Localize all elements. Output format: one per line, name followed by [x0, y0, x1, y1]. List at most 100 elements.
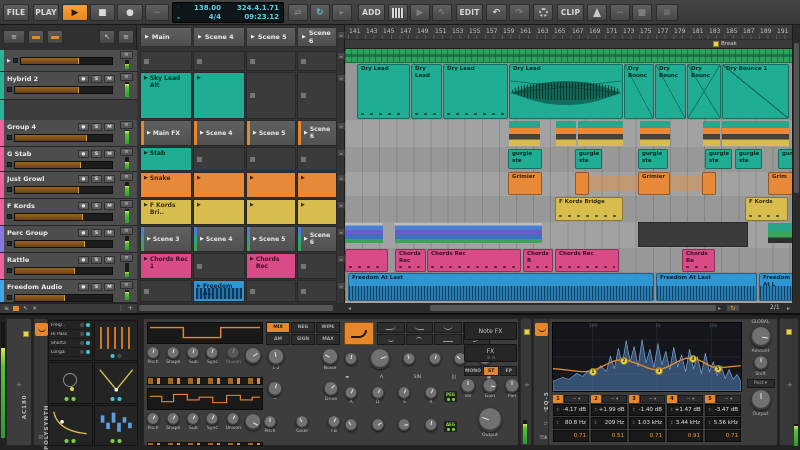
eq-band-node[interactable]: 2 — [620, 357, 628, 365]
osc1-knob[interactable]: Sync — [206, 347, 219, 365]
modulator-dot-on-icon[interactable] — [85, 323, 90, 327]
eq-band-node[interactable]: 3 — [655, 367, 663, 375]
eq-band-type-button[interactable]: ~ ▾ — [564, 395, 589, 403]
eq-band-gain-value[interactable]: ↕ +1.47 dB — [667, 404, 703, 416]
zoom-level-label[interactable]: 2/1 — [770, 304, 780, 311]
amp-attack-knob[interactable] — [345, 419, 357, 431]
eq-band-type-button[interactable]: ~ ▾ — [602, 395, 627, 403]
eq-band-q-value[interactable]: 0.51 — [591, 430, 627, 442]
horizontal-scroll-handle[interactable] — [430, 305, 716, 311]
eq-band-number-button[interactable]: 5 — [705, 395, 715, 403]
zoom-in-arrow[interactable]: ▸ — [787, 305, 790, 312]
track-color-swatch[interactable] — [23, 331, 29, 337]
eq-band-freq-value[interactable]: ↕ 1.03 kHz — [629, 417, 665, 429]
modulator-steps[interactable] — [93, 404, 138, 446]
add-device-button[interactable]: + — [524, 381, 530, 389]
eq-band-number-button[interactable]: 4 — [667, 395, 677, 403]
modulator-dot-off-icon[interactable] — [79, 323, 84, 327]
eq-band-freq-value[interactable]: ↕ 80.8 Hz — [553, 417, 589, 429]
chain-color-swatch[interactable] — [786, 329, 792, 335]
eq-band-number-button[interactable]: 1 — [553, 395, 563, 403]
voice-mode-button[interactable]: ST — [482, 366, 500, 376]
eq-amount-knob[interactable] — [750, 327, 771, 347]
envelope-knob[interactable]: A — [345, 387, 357, 405]
modulator-row[interactable]: Hi Pass — [49, 330, 92, 339]
eq-output-knob[interactable] — [750, 390, 771, 410]
mix-mode-button[interactable]: MAX — [316, 334, 340, 345]
arranger-clip[interactable] — [578, 121, 623, 146]
arranger-clip[interactable] — [395, 223, 542, 243]
modulator-dot-on-icon[interactable] — [85, 350, 90, 354]
zoom-to-fit-button[interactable]: ↻ — [726, 304, 740, 312]
arranger-clip[interactable]: Chords Rec — [395, 249, 426, 272]
osc2-waveform-display[interactable] — [147, 388, 263, 410]
arranger-clip[interactable]: Dry Bounc — [624, 64, 654, 119]
eq-band-freq-value[interactable]: ↕ 209 Hz — [591, 417, 627, 429]
scroll-left-arrow[interactable]: ◂ — [348, 305, 351, 312]
eq-band-gain-value[interactable]: ↕ -4.17 dB — [553, 404, 589, 416]
arranger-clip[interactable] — [509, 121, 540, 146]
gain-knob[interactable]: Gain — [483, 379, 497, 399]
scroll-right-arrow[interactable]: ▸ — [718, 305, 721, 312]
mix-mode-button[interactable]: NEG — [291, 322, 315, 333]
osc1-waveform-display[interactable] — [147, 322, 263, 344]
arranger-clip[interactable]: Chords Re — [682, 249, 715, 272]
shaper-amount-knob[interactable] — [428, 353, 441, 365]
arranger-clip[interactable]: gurgle ste — [575, 149, 602, 169]
arranger-clip[interactable] — [768, 223, 792, 243]
osc1-routing-bar[interactable] — [147, 377, 263, 385]
filter-type-selected-button[interactable] — [344, 322, 374, 345]
mod-toggle-dot[interactable] — [64, 396, 69, 401]
add-device-button[interactable]: + — [16, 381, 22, 389]
arranger-clip[interactable]: Dry Lead — [357, 64, 410, 119]
filter-res-knob[interactable] — [403, 353, 416, 365]
track-device-strip[interactable]: AC180 + — [6, 318, 32, 446]
osc1-knob[interactable]: Unison — [226, 347, 241, 365]
mod-toggle-dot[interactable] — [64, 438, 69, 443]
mix-mode-button[interactable]: SIGN — [291, 334, 315, 345]
device-color-swatch[interactable] — [524, 329, 530, 335]
eq-band-type-button[interactable]: ~ ▾ — [640, 395, 665, 403]
vertical-scroll-handle[interactable] — [794, 43, 799, 193]
eq-band-gain-value[interactable]: ↕ -3.47 dB — [705, 404, 741, 416]
arranger-clip[interactable]: Grimier — [508, 172, 542, 195]
osc2-knob[interactable]: Pitch — [147, 413, 159, 431]
eq-band-number-button[interactable]: 3 — [629, 395, 639, 403]
arranger-clip[interactable] — [556, 121, 576, 146]
mod-toggle-dot[interactable] — [110, 354, 115, 359]
modulator-macro-list[interactable]: Freq/.. Hi Pass Shorta Longa — [48, 320, 93, 362]
osc1-knob[interactable]: Pitch — [147, 347, 159, 365]
amp-eg-toggle[interactable]: AEG — [443, 420, 458, 433]
arranger-clip[interactable] — [575, 172, 589, 195]
mod-toggle-dot[interactable] — [110, 438, 115, 443]
osc2-level-knob[interactable] — [245, 414, 261, 430]
glide-knob[interactable]: Glide — [296, 416, 308, 434]
arranger-clip[interactable] — [703, 121, 720, 146]
modulator-envelope[interactable] — [93, 362, 138, 404]
arranger-clip[interactable]: Chords R — [523, 249, 553, 272]
mix-mode-button[interactable]: AM — [266, 334, 290, 345]
arranger-clip[interactable]: Freedom At Last — [348, 273, 654, 301]
arranger-clip[interactable]: Dry Bounc — [655, 64, 686, 119]
eq-band-type-button[interactable]: ~ ▾ — [716, 395, 741, 403]
arranger-clip[interactable]: Freedom At Last — [656, 273, 757, 301]
filter-type-button[interactable] — [377, 322, 405, 333]
filter-shape-icon[interactable]: SIN — [414, 375, 422, 380]
osc1-knob[interactable]: Sub — [187, 347, 200, 365]
add-device-button[interactable]: + — [787, 381, 793, 389]
arranger-clip[interactable]: Chords Rec — [555, 249, 619, 272]
modulator-dot-off-icon[interactable] — [79, 350, 84, 354]
eq-band-number-button[interactable]: 2 — [591, 395, 601, 403]
arranger-clip[interactable] — [702, 172, 716, 195]
noise-knob[interactable]: Noise — [322, 349, 338, 371]
filter-cutoff-knob[interactable] — [370, 349, 391, 369]
arranger-clip[interactable]: gurgle ste — [508, 149, 542, 169]
filter-type-button[interactable] — [434, 334, 462, 345]
arranger-clip[interactable]: Freedom At L — [759, 273, 792, 301]
filter-env-knob[interactable] — [345, 353, 357, 365]
polysynth-header-strip[interactable]: POLYSYNTH ≡ — [33, 318, 50, 450]
arranger-clip[interactable] — [640, 121, 670, 146]
eq-band-node[interactable]: 4 — [689, 355, 697, 363]
eq-band-freq-value[interactable]: ↕ 5.56 kHz — [705, 417, 741, 429]
mod-toggle-dot[interactable] — [71, 438, 76, 443]
